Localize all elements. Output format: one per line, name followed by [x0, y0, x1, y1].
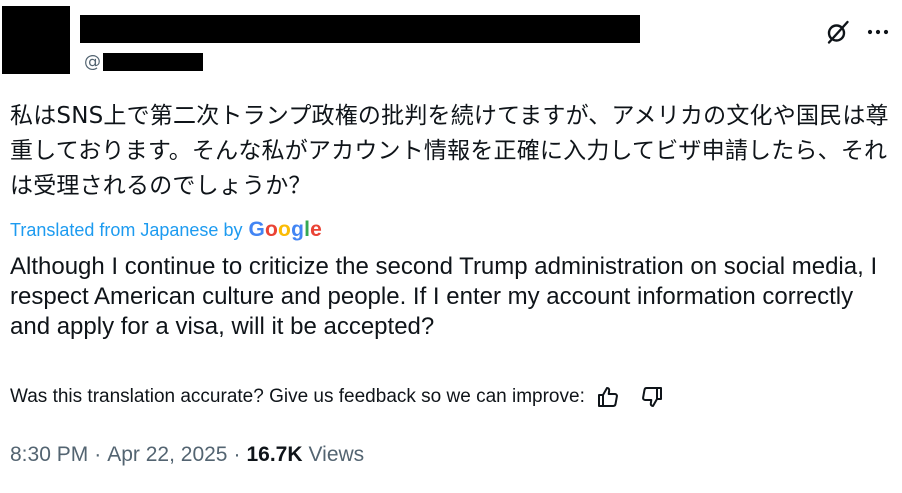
tweet-time[interactable]: 8:30 PM [10, 443, 88, 467]
tweet-translated-text: Although I continue to criticize the sec… [10, 253, 878, 340]
translation-attribution: Translated from Japanese by Google [10, 217, 322, 243]
views-count[interactable]: 16.7K [246, 443, 302, 467]
tweet-detail: @ 私はSNS上で第二次トランプ政権の批判を続けてますが、アメリカの文化や国民は… [0, 0, 902, 493]
translation-label: Translated from Japanese by [10, 219, 243, 240]
more-icon[interactable] [864, 18, 892, 46]
thumbs-down-icon [641, 387, 662, 407]
display-name-redacted[interactable] [80, 15, 640, 43]
handle-at-sign: @ [84, 52, 101, 72]
translation-feedback: Was this translation accurate? Give us f… [10, 383, 665, 411]
thumbs-up-icon [597, 387, 618, 407]
tweet-date[interactable]: Apr 22, 2025 [107, 443, 227, 467]
grok-icon[interactable] [824, 18, 852, 46]
feedback-prompt: Was this translation accurate? Give us f… [10, 386, 585, 407]
thumbs-up-button[interactable] [595, 384, 621, 410]
tweet-meta: 8:30 PM · Apr 22, 2025 · 16.7K Views [10, 441, 364, 469]
meta-separator: · [233, 443, 241, 466]
meta-separator: · [94, 443, 102, 466]
handle-redacted [103, 53, 203, 71]
user-handle[interactable]: @ [84, 51, 203, 73]
tweet-original-text: 私はSNS上で第二次トランプ政権の批判を続けてますが、アメリカの文化や国民は尊重… [10, 103, 889, 199]
thumbs-down-button[interactable] [639, 384, 665, 410]
google-logo: Google [248, 218, 323, 241]
avatar[interactable] [2, 6, 70, 74]
views-label: Views [308, 443, 365, 466]
